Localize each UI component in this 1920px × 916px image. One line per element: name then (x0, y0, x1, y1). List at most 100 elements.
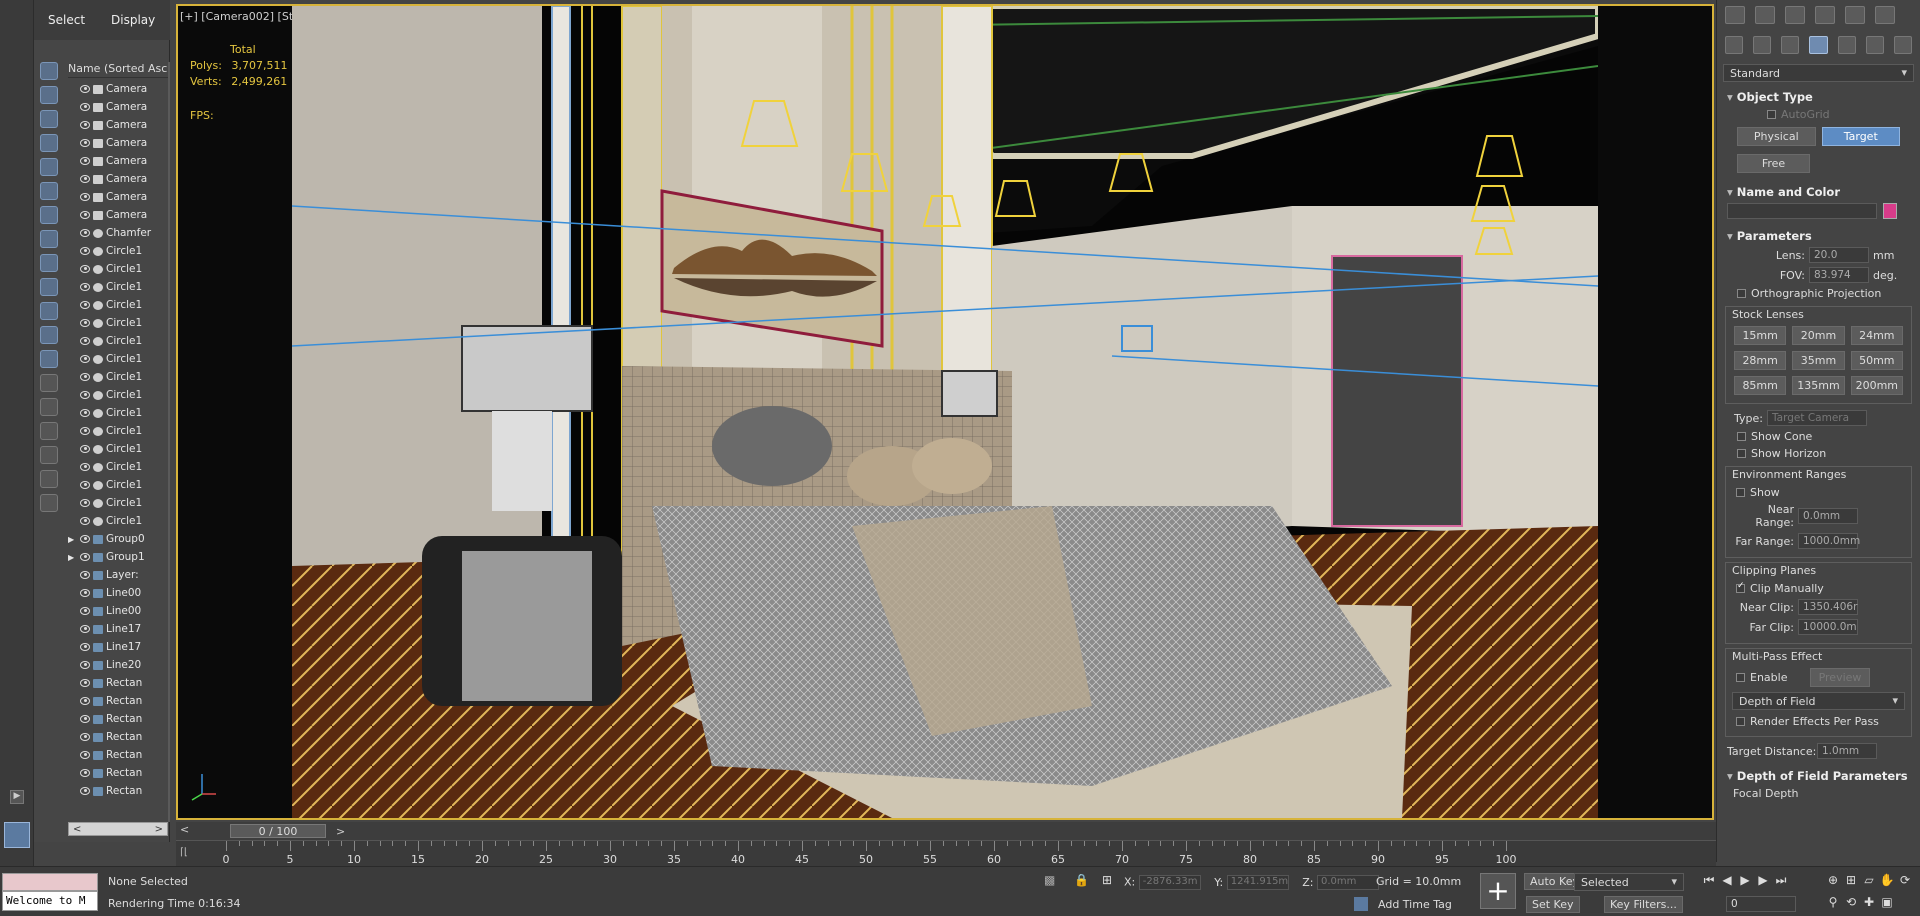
visibility-eye-icon[interactable] (80, 157, 90, 165)
dolly-icon[interactable]: ⚲ (1824, 895, 1842, 909)
visibility-eye-icon[interactable] (80, 301, 90, 309)
current-frame-field[interactable]: 0 (1726, 896, 1796, 912)
container-icon[interactable] (40, 494, 58, 512)
go-to-end-icon[interactable]: ⏭ (1772, 873, 1790, 888)
list-item[interactable]: Circle1 (68, 404, 168, 422)
lens-24mm-button[interactable]: 24mm (1850, 326, 1903, 345)
lights-filter-icon[interactable] (40, 134, 58, 152)
xrefs-filter-icon[interactable] (40, 254, 58, 272)
list-icon[interactable] (40, 422, 58, 440)
list-item[interactable]: Circle1 (68, 422, 168, 440)
visibility-eye-icon[interactable] (80, 697, 90, 705)
clip-manually-checkbox[interactable] (1736, 581, 1745, 593)
lock-icon[interactable]: 🔒 (1074, 873, 1089, 887)
visibility-eye-icon[interactable] (80, 445, 90, 453)
mp-enable-checkbox[interactable] (1736, 673, 1745, 682)
helpers-icon[interactable] (1837, 36, 1856, 54)
free-button[interactable]: Free (1737, 154, 1810, 173)
lens-28mm-button[interactable]: 28mm (1734, 351, 1787, 370)
maxscript-macro-field[interactable] (2, 873, 98, 891)
list-item[interactable]: Camera (68, 152, 168, 170)
cameras-icon[interactable] (1809, 36, 1828, 54)
list-item[interactable]: Circle1 (68, 386, 168, 404)
lens-15mm-button[interactable]: 15mm (1734, 326, 1787, 345)
set-key-button[interactable]: Set Key (1526, 896, 1580, 913)
object-type-title[interactable]: Object Type (1717, 88, 1920, 106)
ortho-checkbox[interactable] (1737, 289, 1746, 298)
scroll-left-icon[interactable]: < (73, 824, 81, 835)
maxscript-output-field[interactable]: Welcome to M (2, 891, 98, 911)
name-color-title[interactable]: Name and Color (1717, 183, 1920, 201)
target-distance-spinner[interactable]: 1.0mm (1817, 743, 1877, 759)
list-item[interactable]: Circle1 (68, 260, 168, 278)
parameters-title[interactable]: Parameters (1717, 227, 1920, 245)
shapes-filter-icon[interactable] (40, 110, 58, 128)
y-coord-field[interactable]: 1241.915m (1226, 875, 1289, 890)
timeline-track[interactable]: 0 5 10 15 20 25 30 35 40 45 50 55 60 65 70 75 80 85 90 95 10… (223, 841, 1706, 867)
list-item[interactable]: Camera (68, 80, 168, 98)
previous-frame-icon[interactable]: ◀ (1718, 873, 1736, 887)
list-item[interactable]: Rectan (68, 764, 168, 782)
visibility-eye-icon[interactable] (80, 211, 90, 219)
time-slider[interactable]: < 0 / 100 > (176, 822, 1716, 840)
maxscript-listener[interactable]: Welcome to M (2, 873, 98, 913)
list-item[interactable]: Circle1 (68, 458, 168, 476)
list-item[interactable]: Circle1 (68, 332, 168, 350)
key-mode-dropdown[interactable]: Selected (1574, 873, 1684, 891)
create-tab-icon[interactable] (1725, 6, 1745, 24)
visibility-eye-icon[interactable] (80, 85, 90, 93)
funnel-icon[interactable] (40, 470, 58, 488)
list-item[interactable]: Circle1 (68, 368, 168, 386)
visibility-eye-icon[interactable] (80, 643, 90, 651)
visibility-eye-icon[interactable] (80, 265, 90, 273)
spacewarps-filter-icon[interactable] (40, 206, 58, 224)
hierarchy-tab-icon[interactable] (1785, 6, 1805, 24)
list-item[interactable]: Rectan (68, 746, 168, 764)
isolate-icon[interactable]: ▩ (1044, 873, 1055, 887)
filter-funnel-icon[interactable] (40, 446, 58, 464)
lens-85mm-button[interactable]: 85mm (1734, 376, 1787, 395)
list-item[interactable]: Line00 (68, 584, 168, 602)
list-item[interactable]: Layer: (68, 566, 168, 584)
list-item[interactable]: Chamfer (68, 224, 168, 242)
show-cone-checkbox[interactable] (1737, 432, 1746, 441)
list-item[interactable]: Circle1 (68, 242, 168, 260)
time-next-button[interactable]: > (336, 825, 345, 838)
motion-tab-icon[interactable] (1815, 6, 1835, 24)
list-item[interactable]: Circle1 (68, 296, 168, 314)
trackbar[interactable]: ⌈⌊ 0 5 10 15 20 25 30 35 40 45 50 55 60 65 70 75 80 85 90 9… (176, 840, 1716, 866)
frozen-icon[interactable] (40, 398, 58, 416)
visibility-eye-icon[interactable] (80, 103, 90, 111)
visibility-eye-icon[interactable] (80, 247, 90, 255)
shapes-icon[interactable] (1753, 36, 1772, 54)
visibility-eye-icon[interactable] (80, 787, 90, 795)
display-all-icon[interactable] (40, 62, 58, 80)
x-coord-field[interactable]: -2876.33m (1138, 875, 1201, 890)
mp-render-checkbox[interactable] (1736, 717, 1745, 726)
visibility-eye-icon[interactable] (80, 427, 90, 435)
autogrid-checkbox[interactable] (1767, 110, 1776, 119)
list-item[interactable]: ▶ Group0 (68, 530, 168, 548)
list-item[interactable]: Line20 (68, 656, 168, 674)
visibility-eye-icon[interactable] (80, 571, 90, 579)
roll-icon[interactable]: ⟲ (1842, 895, 1860, 909)
transform-mode-icon[interactable]: ⊞ (1102, 873, 1112, 887)
visibility-eye-icon[interactable] (80, 409, 90, 417)
visibility-eye-icon[interactable] (80, 769, 90, 777)
play-icon[interactable]: ▶ (1736, 873, 1754, 887)
select-menu[interactable]: Select (48, 13, 85, 27)
cameras-filter-icon[interactable] (40, 158, 58, 176)
expand-arrow-icon[interactable]: ▶ (68, 553, 77, 562)
visibility-eye-icon[interactable] (80, 535, 90, 543)
lens-20mm-button[interactable]: 20mm (1792, 326, 1845, 345)
pan-icon[interactable]: ✋ (1878, 873, 1896, 887)
visibility-eye-icon[interactable] (80, 499, 90, 507)
list-item[interactable]: Circle1 (68, 314, 168, 332)
bones-filter-icon[interactable] (40, 278, 58, 296)
list-item[interactable]: Line00 (68, 602, 168, 620)
scroll-right-icon[interactable]: > (155, 824, 163, 835)
lens-spinner[interactable]: 20.0 (1809, 247, 1869, 263)
list-item[interactable]: Rectan (68, 728, 168, 746)
visibility-eye-icon[interactable] (80, 463, 90, 471)
list-item[interactable]: Circle1 (68, 494, 168, 512)
